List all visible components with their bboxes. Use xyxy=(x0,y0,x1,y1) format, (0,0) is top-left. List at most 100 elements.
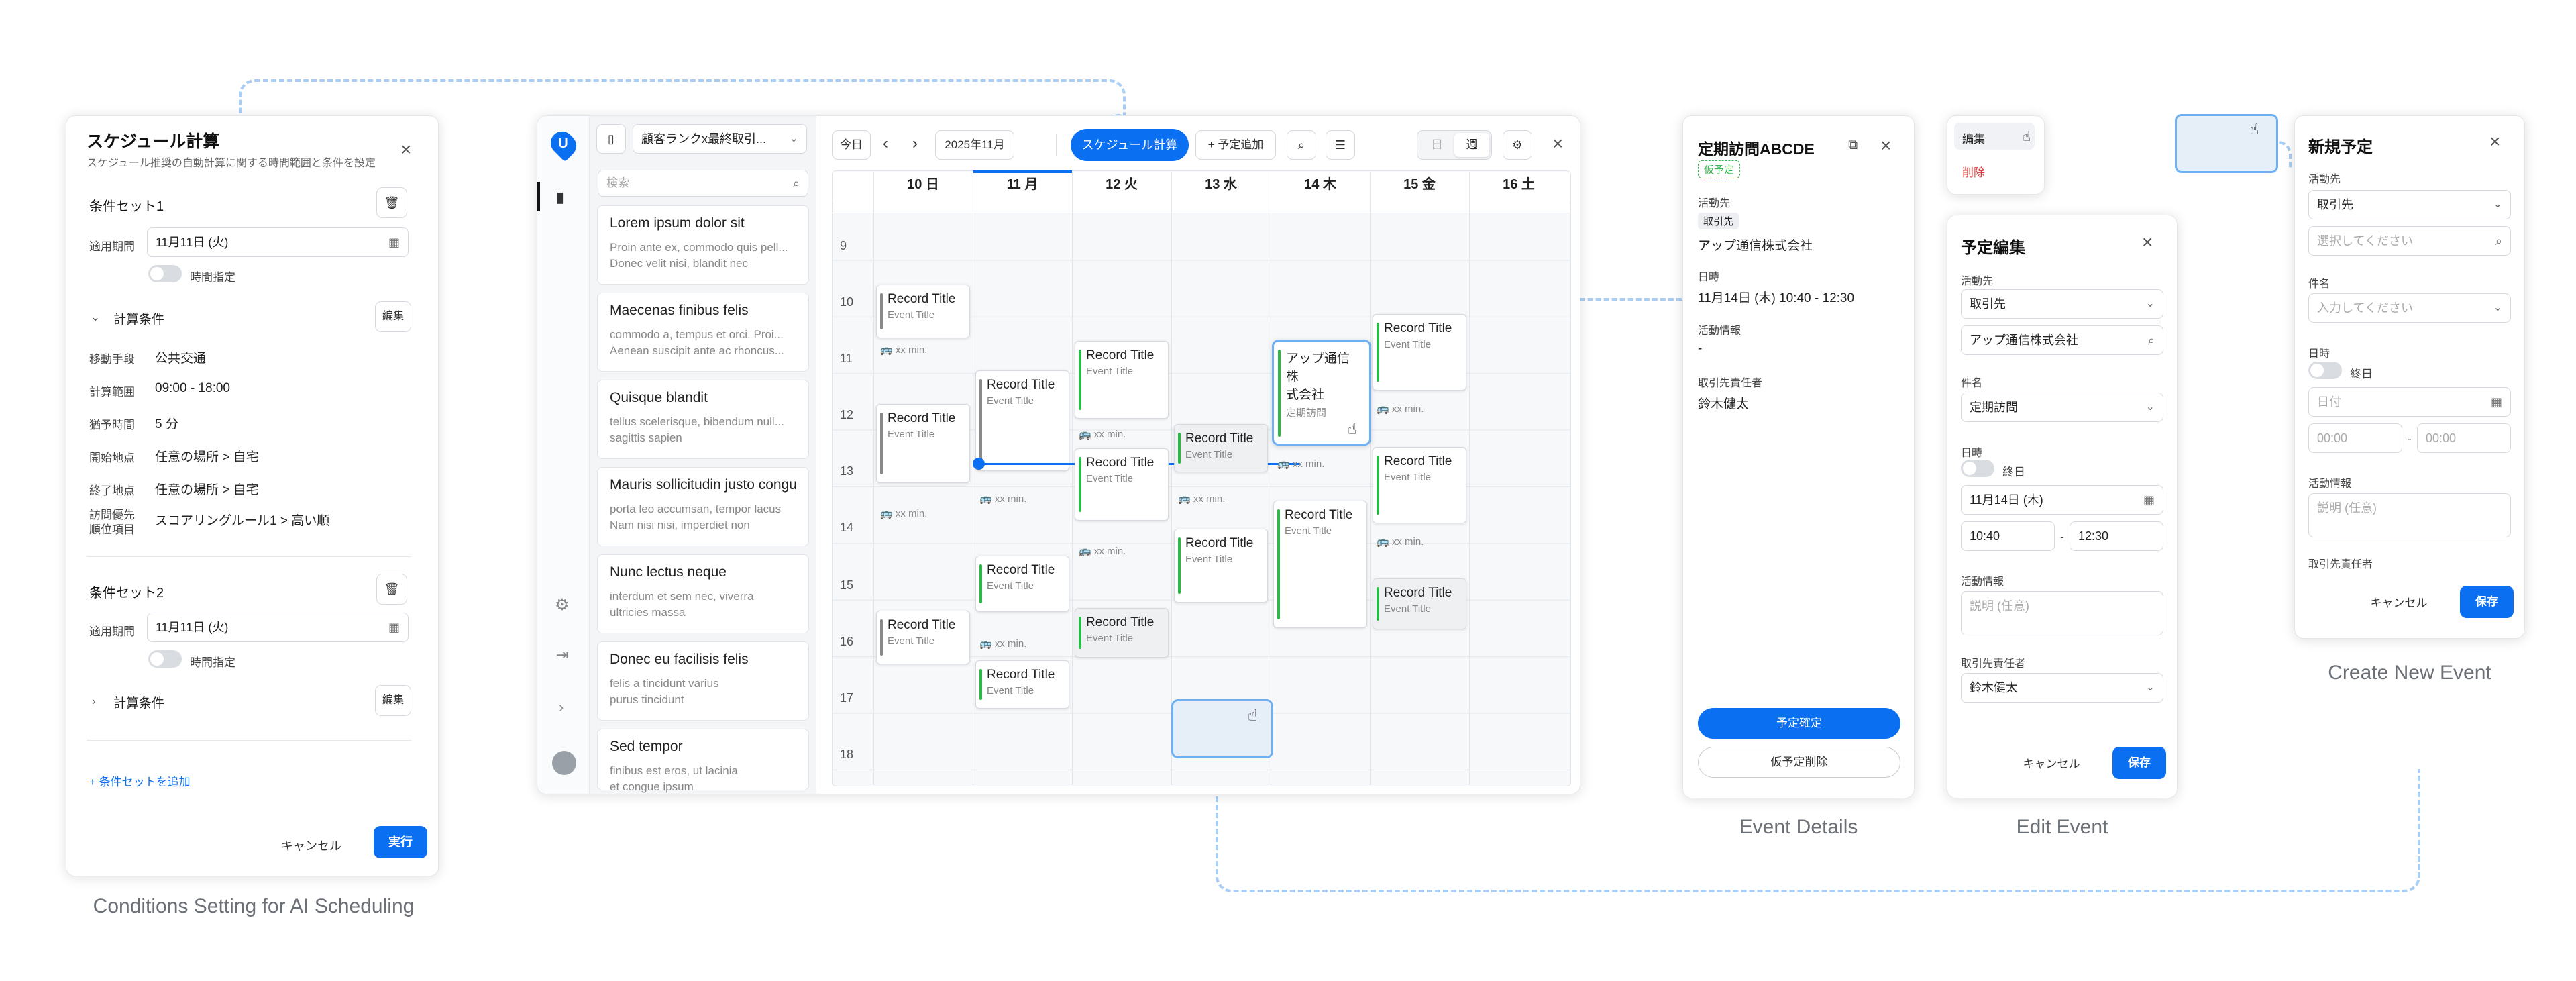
allday-toggle[interactable] xyxy=(2308,362,2342,379)
settings-button[interactable]: ⚙ xyxy=(1503,130,1532,160)
client-item[interactable]: Donec eu facilisis felis felis a tincidun… xyxy=(597,641,809,721)
cancel-button[interactable]: キャンセル xyxy=(2015,750,2088,779)
end-time-input[interactable]: 12:30 xyxy=(2070,521,2163,551)
run-button[interactable]: 実行 xyxy=(374,826,427,858)
event-card[interactable]: Record Title Event Title xyxy=(1075,341,1169,419)
gear-icon[interactable]: ⚙ xyxy=(555,595,570,615)
menu-item-edit[interactable]: 編集 ☝ xyxy=(1954,123,2035,150)
start-time-input[interactable]: 00:00 xyxy=(2308,423,2402,453)
filter-select[interactable]: 顧客ランクx最終取引... ⌄ xyxy=(633,124,807,154)
edit-button[interactable]: 編集 xyxy=(375,301,411,332)
trash-button[interactable]: 🗑 xyxy=(376,574,407,605)
event-card[interactable]: Record Title Event Title xyxy=(975,370,1069,471)
start-time-input[interactable]: 10:40 xyxy=(1961,521,2055,551)
day-header[interactable]: 16 土 xyxy=(1469,173,1568,193)
info-label: 活動情報 xyxy=(1698,325,1741,337)
cancel-button[interactable]: キャンセル xyxy=(2362,588,2436,618)
event-card[interactable]: Record Title Event Title xyxy=(1273,501,1367,628)
person-select[interactable]: 鈴木健太 ⌄ xyxy=(1961,673,2163,703)
client-item[interactable]: Quisque blandit tellus scelerisque, biben… xyxy=(597,380,809,459)
period-input[interactable]: 11月11日 (火) ▦ xyxy=(147,613,409,642)
add-condition-set-link[interactable]: + 条件セットを追加 xyxy=(89,772,191,789)
edit-button[interactable]: 編集 xyxy=(375,685,411,716)
delete-tentative-button[interactable]: 仮予定削除 xyxy=(1698,747,1900,778)
prev-icon[interactable]: ‹ xyxy=(883,134,888,153)
event-card[interactable]: Record Title Event Title xyxy=(1373,447,1466,523)
event-card[interactable]: Record Title Event Title xyxy=(975,556,1069,612)
event-card[interactable]: Record Title Event Title xyxy=(1373,314,1466,391)
event-card[interactable]: Record Title Event Title xyxy=(876,611,970,664)
time-toggle[interactable] xyxy=(148,650,182,668)
event-card[interactable]: Record Title Event Title xyxy=(876,404,970,483)
map-view-button[interactable]: ▯ xyxy=(596,124,626,154)
new-slot-preview[interactable] xyxy=(2175,114,2278,173)
dest-search-input[interactable]: アップ通信株式会社 ⌕ xyxy=(1961,325,2163,355)
view-day-tab[interactable]: 日 xyxy=(1419,133,1454,157)
view-week-tab[interactable]: 週 xyxy=(1454,133,1489,157)
drop-target-slot[interactable] xyxy=(1171,699,1273,758)
today-button[interactable]: 今日 xyxy=(832,130,871,160)
day-header[interactable]: 14 木 xyxy=(1271,173,1370,193)
map-icon[interactable]: ▮ xyxy=(556,189,564,206)
day-header[interactable]: 13 水 xyxy=(1171,173,1271,193)
close-icon[interactable]: × xyxy=(2489,132,2500,151)
client-item[interactable]: Mauris sollicitudin justo congue porta le… xyxy=(597,467,809,546)
selected-event-card[interactable]: アップ通信株 式会社 定期訪問 ☝ xyxy=(1272,340,1371,446)
logout-icon[interactable]: ⇥ xyxy=(556,646,568,664)
client-item[interactable]: Nunc lectus neque interdum et sem nec, vi… xyxy=(597,554,809,633)
expand-icon[interactable]: › xyxy=(559,699,564,716)
trash-button[interactable]: 🗑 xyxy=(376,187,407,218)
list-view-button[interactable]: ☰ xyxy=(1326,130,1355,160)
event-card[interactable]: Record Title Event Title xyxy=(1075,448,1169,521)
external-link-icon[interactable]: ⧉ xyxy=(1848,138,1858,153)
save-button[interactable]: 保存 xyxy=(2460,586,2514,618)
client-item[interactable]: Sed tempor finibus est eros, ut lacinia et… xyxy=(597,729,809,793)
event-card[interactable]: Record Title Event Title xyxy=(876,285,970,338)
avatar[interactable] xyxy=(552,751,576,775)
subject-select[interactable]: 定期訪問 ⌄ xyxy=(1961,393,2163,422)
menu-item-delete[interactable]: 削除 xyxy=(1962,163,1985,180)
day-header[interactable]: 15 金 xyxy=(1370,173,1469,193)
dest-type-select[interactable]: 取引先 ⌄ xyxy=(1961,289,2163,319)
subject-label: 件名 xyxy=(1961,378,1983,389)
info-textarea[interactable]: 説明 (任意) xyxy=(1961,591,2163,635)
allday-toggle[interactable] xyxy=(1961,460,1994,477)
save-button[interactable]: 保存 xyxy=(2112,747,2166,779)
next-icon[interactable]: › xyxy=(912,134,918,153)
subject-select[interactable]: 入力してください ⌄ xyxy=(2308,293,2511,323)
hour-label: 15 xyxy=(840,578,854,592)
end-time-input[interactable]: 00:00 xyxy=(2417,423,2511,453)
add-event-button[interactable]: + 予定追加 xyxy=(1195,130,1276,160)
schedule-calc-button[interactable]: スケジュール計算 xyxy=(1071,129,1189,161)
event-card[interactable]: Record Title Event Title xyxy=(1373,578,1466,629)
event-card[interactable]: Record Title Event Title xyxy=(1075,608,1169,658)
month-selector[interactable]: 2025年11月 xyxy=(935,130,1014,160)
dest-label: 活動先 xyxy=(1961,276,1994,287)
dest-search-input[interactable]: 選択してください ⌕ xyxy=(2308,226,2511,256)
close-icon[interactable]: × xyxy=(1552,134,1563,153)
confirm-button[interactable]: 予定確定 xyxy=(1698,708,1900,739)
search-input[interactable]: 検索 ⌕ xyxy=(598,170,808,197)
event-card[interactable]: Record Title Event Title xyxy=(1174,424,1268,472)
event-card[interactable]: Record Title Event Title xyxy=(975,660,1069,709)
close-icon[interactable]: × xyxy=(1880,136,1891,155)
time-toggle[interactable] xyxy=(148,265,182,282)
close-icon[interactable]: × xyxy=(400,140,411,159)
event-card[interactable]: Record Title Event Title xyxy=(1174,529,1268,603)
day-header[interactable]: 12 火 xyxy=(1072,173,1171,193)
search-button[interactable]: ⌕ xyxy=(1287,130,1316,160)
info-textarea[interactable]: 説明 (任意) xyxy=(2308,493,2511,537)
day-header[interactable]: 11 月 xyxy=(973,173,1072,193)
client-item[interactable]: Lorem ipsum dolor sit Proin ante ex, comm… xyxy=(597,205,809,285)
dest-type-select[interactable]: 取引先 ⌄ xyxy=(2308,190,2511,219)
hour-label: 9 xyxy=(840,239,847,252)
date-input[interactable]: 11月14日 (木) ▦ xyxy=(1961,485,2163,515)
close-icon[interactable]: × xyxy=(2142,233,2153,252)
client-item[interactable]: Maecenas finibus felis commodo a, tempus … xyxy=(597,293,809,372)
chevron-right-icon[interactable]: › xyxy=(92,694,96,708)
day-header[interactable]: 10 日 xyxy=(873,173,973,193)
cancel-button[interactable]: キャンセル xyxy=(281,831,341,861)
date-input[interactable]: 日付 ▦ xyxy=(2308,387,2511,417)
chevron-down-icon[interactable]: ⌄ xyxy=(91,311,100,324)
period-input[interactable]: 11月11日 (火) ▦ xyxy=(147,227,409,257)
